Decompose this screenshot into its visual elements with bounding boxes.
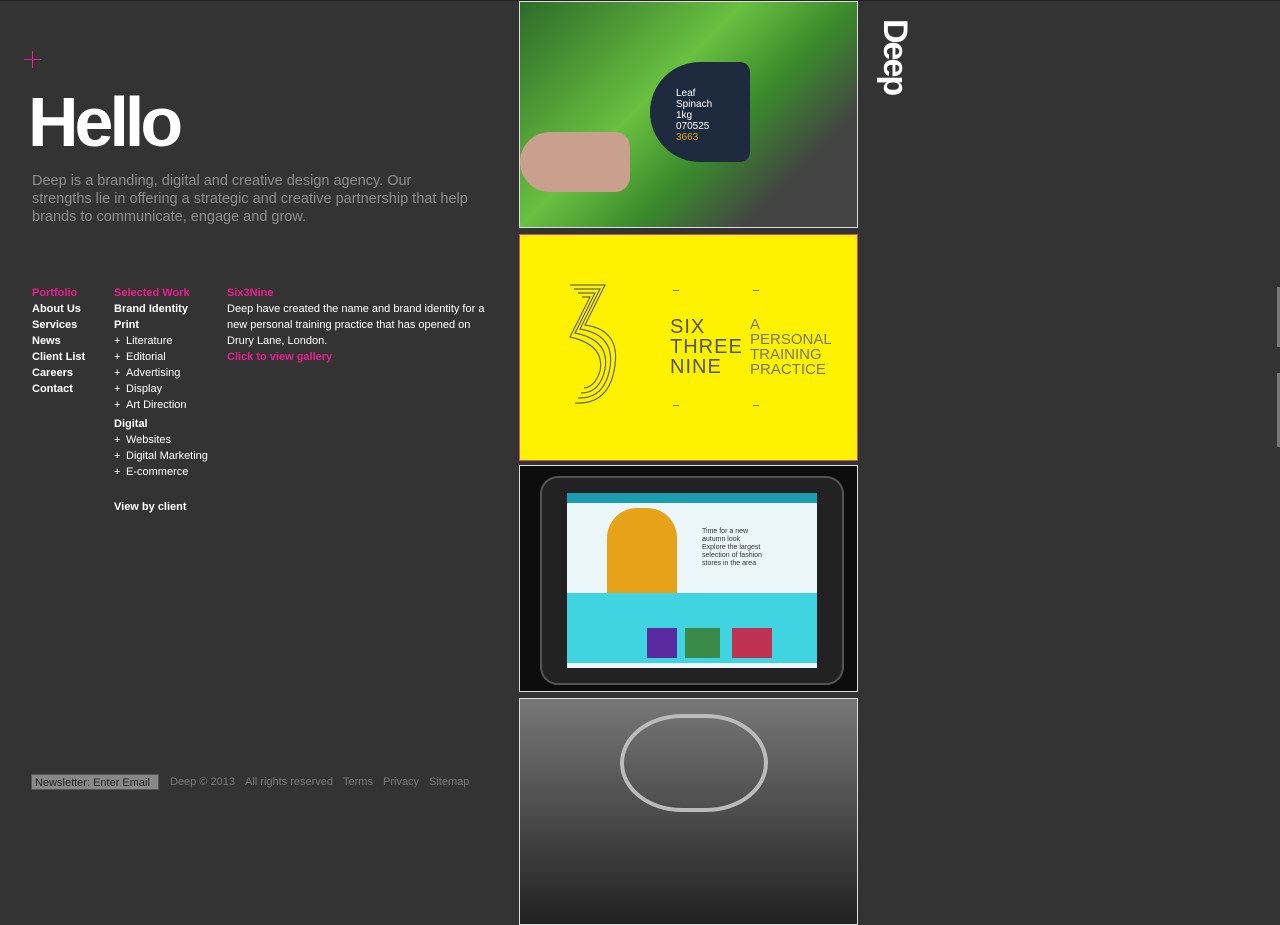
nav-services[interactable]: Services — [32, 317, 85, 333]
plus-icon[interactable] — [24, 51, 41, 68]
plus-icon: + — [114, 383, 121, 395]
dash — [673, 405, 679, 406]
tile-ipad-website[interactable]: Time for a new autumn look Explore the l… — [519, 465, 858, 692]
spinach-label: Leaf Spinach 1kg 070525 3663 — [650, 62, 750, 162]
project-description: Deep have created the name and brand ide… — [227, 303, 485, 347]
deep-logo[interactable]: Deep — [876, 19, 914, 103]
nav-client-list[interactable]: Client List — [32, 349, 85, 365]
nav-literature[interactable]: + Literature — [114, 333, 224, 349]
model-image — [607, 508, 677, 593]
ipad-screen: Time for a new autumn look Explore the l… — [567, 493, 817, 668]
nav-label: Digital Marketing — [126, 450, 208, 462]
label-line: 1kg — [676, 110, 693, 121]
nav-portfolio[interactable]: Portfolio — [32, 285, 85, 301]
car-badge-image — [620, 714, 768, 812]
nav-e-commerce[interactable]: + E-commerce — [114, 464, 224, 480]
tagline-word: PERSONAL — [750, 331, 832, 348]
privacy-link[interactable]: Privacy — [383, 776, 419, 788]
primary-nav: Portfolio About Us Services News Client … — [32, 285, 85, 397]
view-by-client-link[interactable]: View by client — [114, 499, 224, 515]
dash — [753, 290, 759, 291]
nav-label: Websites — [126, 434, 172, 446]
nav-editorial[interactable]: + Editorial — [114, 349, 224, 365]
ipad-image: Time for a new autumn look Explore the l… — [540, 476, 844, 685]
label-line: Spinach — [676, 99, 713, 110]
site-panel-image — [685, 628, 720, 658]
site-nav-bar — [567, 493, 817, 503]
nav-label: Advertising — [126, 367, 181, 379]
nav-contact[interactable]: Contact — [32, 381, 85, 397]
nav-about-us[interactable]: About Us — [32, 301, 85, 317]
nav-selected-work[interactable]: Selected Work — [114, 285, 224, 301]
nav-digital[interactable]: Digital — [114, 416, 224, 432]
nav-advertising[interactable]: + Advertising — [114, 365, 224, 381]
tagline-line: stores in the area — [702, 560, 757, 567]
plus-icon: + — [114, 367, 121, 379]
page-title: Hello — [28, 83, 183, 161]
site-panel-image — [647, 628, 677, 658]
nav-label: Display — [126, 383, 163, 395]
plus-icon: + — [114, 450, 121, 462]
nav-websites[interactable]: + Websites — [114, 432, 224, 448]
nav-digital-marketing[interactable]: + Digital Marketing — [114, 448, 224, 464]
nav-label: Art Direction — [126, 399, 187, 411]
nav-label: Literature — [126, 335, 173, 347]
newsletter-input[interactable] — [31, 774, 159, 790]
tagline-word: TRAINING — [750, 346, 822, 363]
tile-six-three-nine[interactable]: SIX THREE NINE A PERSONAL TRAINING PRACT… — [519, 234, 858, 461]
hand-image — [520, 132, 630, 192]
nav-label: Editorial — [126, 351, 166, 363]
nav-news[interactable]: News — [32, 333, 85, 349]
plus-icon: + — [114, 434, 121, 446]
tagline-word: PRACTICE — [750, 361, 826, 378]
plus-icon: + — [114, 335, 121, 347]
logo-text: Deep — [876, 19, 914, 95]
tile-spinach[interactable]: Leaf Spinach 1kg 070525 3663 — [519, 1, 858, 228]
label-line: 3663 — [676, 132, 699, 143]
label-line: 070525 — [676, 121, 710, 132]
tagline-line: Time for a new — [702, 528, 749, 535]
plus-icon: + — [114, 351, 121, 363]
intro-text: Deep is a branding, digital and creative… — [32, 173, 468, 225]
rights: All rights reserved — [245, 776, 334, 788]
tagline-line: autumn look — [702, 536, 741, 543]
nav-careers[interactable]: Careers — [32, 365, 85, 381]
dash — [753, 405, 759, 406]
tile-car-badge[interactable] — [519, 698, 858, 925]
tagline-word: A — [750, 316, 761, 333]
brand-name: SIX THREE NINE — [670, 317, 743, 377]
plus-icon: + — [114, 399, 121, 411]
three-nine-logo-icon — [569, 284, 617, 404]
brand-word: NINE — [670, 356, 722, 378]
brand-word: SIX — [670, 316, 706, 338]
copyright: Deep © 2013 — [170, 776, 235, 788]
site-tagline: Time for a new autumn look Explore the l… — [702, 528, 762, 568]
project-info: Six3Nine Deep have created the name and … — [227, 285, 487, 365]
nav-art-direction[interactable]: + Art Direction — [114, 397, 224, 413]
site-panel-image — [732, 628, 772, 658]
gallery-link[interactable]: Click to view gallery — [227, 349, 487, 365]
project-title: Six3Nine — [227, 287, 274, 299]
nav-brand-identity[interactable]: Brand Identity — [114, 301, 224, 317]
label-line: Leaf — [676, 88, 696, 99]
tagline-line: selection of fashion — [702, 552, 762, 559]
tagline-line: Explore the largest — [702, 544, 761, 551]
sitemap-link[interactable]: Sitemap — [429, 776, 469, 788]
nav-display[interactable]: + Display — [114, 381, 224, 397]
nav-print[interactable]: Print — [114, 317, 224, 333]
dash — [673, 290, 679, 291]
brand-word: THREE — [670, 336, 743, 358]
terms-link[interactable]: Terms — [343, 776, 373, 788]
brand-tagline: A PERSONAL TRAINING PRACTICE — [750, 317, 832, 377]
work-nav: Selected Work Brand Identity Print + Lite… — [114, 285, 224, 515]
nav-label: E-commerce — [126, 466, 189, 478]
plus-icon: + — [114, 466, 121, 478]
